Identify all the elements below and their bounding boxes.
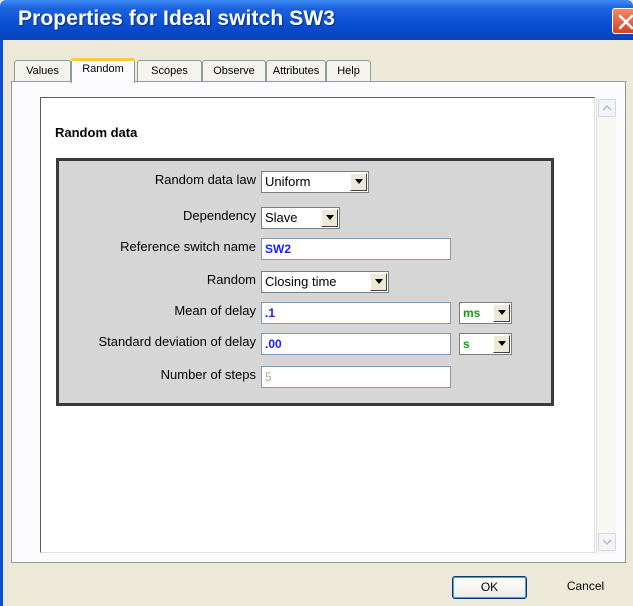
mean-of-delay-label: Mean of delay	[174, 303, 256, 318]
mean-of-delay-unit: ms	[463, 306, 481, 320]
window-title: Properties for Ideal switch SW3	[18, 7, 336, 30]
random-value: Closing time	[265, 274, 337, 289]
tab-random[interactable]: Random	[71, 58, 135, 83]
title-bar[interactable]: Properties for Ideal switch SW3	[0, 0, 633, 40]
tab-help[interactable]: Help	[326, 60, 371, 82]
random-data-law-label: Random data law	[154, 172, 256, 187]
chevron-down-icon	[375, 279, 383, 284]
std-dev-of-delay-unit: s	[463, 337, 470, 351]
scroll-up-button[interactable]	[598, 99, 616, 117]
tab-scopes[interactable]: Scopes	[137, 60, 202, 82]
tab-observe[interactable]: Observe	[202, 60, 266, 82]
random-label: Random	[206, 272, 256, 287]
dropdown-button[interactable]	[493, 304, 510, 322]
tab-attributes[interactable]: Attributes	[266, 60, 326, 82]
ok-button[interactable]: OK	[452, 576, 527, 599]
mean-of-delay-unit-select[interactable]: ms	[459, 302, 512, 324]
std-dev-of-delay-label: Standard deviation of delay	[98, 334, 256, 349]
tab-label: Help	[337, 65, 360, 77]
dropdown-button[interactable]	[321, 209, 338, 227]
dropdown-button[interactable]	[370, 273, 387, 291]
vertical-scrollbar[interactable]	[596, 98, 616, 554]
number-of-steps-label: Number of steps	[160, 367, 256, 382]
chevron-down-icon	[355, 179, 363, 184]
close-icon	[618, 14, 633, 30]
section-title: Random data	[55, 125, 138, 140]
tab-label: Attributes	[272, 65, 320, 77]
close-button[interactable]	[612, 8, 633, 34]
random-select[interactable]: Closing time	[261, 271, 389, 293]
tab-label: Scopes	[151, 65, 188, 77]
chevron-down-icon	[498, 341, 506, 346]
std-dev-of-delay-unit-select[interactable]: s	[459, 333, 512, 355]
chevron-down-icon	[326, 215, 334, 220]
tab-label: Observe	[213, 65, 255, 77]
reference-switch-name-input[interactable]: SW2	[261, 238, 451, 260]
chevron-down-icon	[498, 310, 506, 315]
tab-values[interactable]: Values	[14, 60, 71, 82]
random-data-scroll-area[interactable]: Random data Random data law Uniform Depe…	[40, 97, 616, 554]
random-data-law-select[interactable]: Uniform	[261, 171, 369, 193]
scroll-down-button[interactable]	[598, 533, 616, 551]
dependency-label: Dependency	[183, 208, 256, 223]
tab-strip: Values Random Scopes Observe Attributes …	[11, 58, 626, 83]
dependency-select[interactable]: Slave	[261, 207, 340, 229]
dropdown-button[interactable]	[350, 173, 367, 191]
tab-label: Values	[26, 65, 59, 77]
window-border	[0, 40, 3, 606]
dropdown-button[interactable]	[493, 335, 510, 353]
dialog-button-bar: OK Cancel	[0, 563, 633, 606]
random-data-law-value: Uniform	[265, 174, 311, 189]
reference-switch-name-label: Reference switch name	[120, 239, 256, 254]
tab-panel-random: Random data Random data law Uniform Depe…	[11, 81, 626, 563]
number-of-steps-input: 5	[261, 366, 451, 388]
tab-label: Random	[82, 63, 124, 75]
std-dev-of-delay-input[interactable]: .00	[261, 333, 451, 355]
random-data-group: Random data law Uniform Dependency Slave…	[56, 158, 554, 406]
mean-of-delay-input[interactable]: .1	[261, 302, 451, 324]
dependency-value: Slave	[265, 210, 298, 225]
chevron-down-icon	[603, 539, 612, 545]
cancel-button[interactable]: Cancel	[548, 576, 623, 599]
chevron-up-icon	[603, 105, 612, 111]
